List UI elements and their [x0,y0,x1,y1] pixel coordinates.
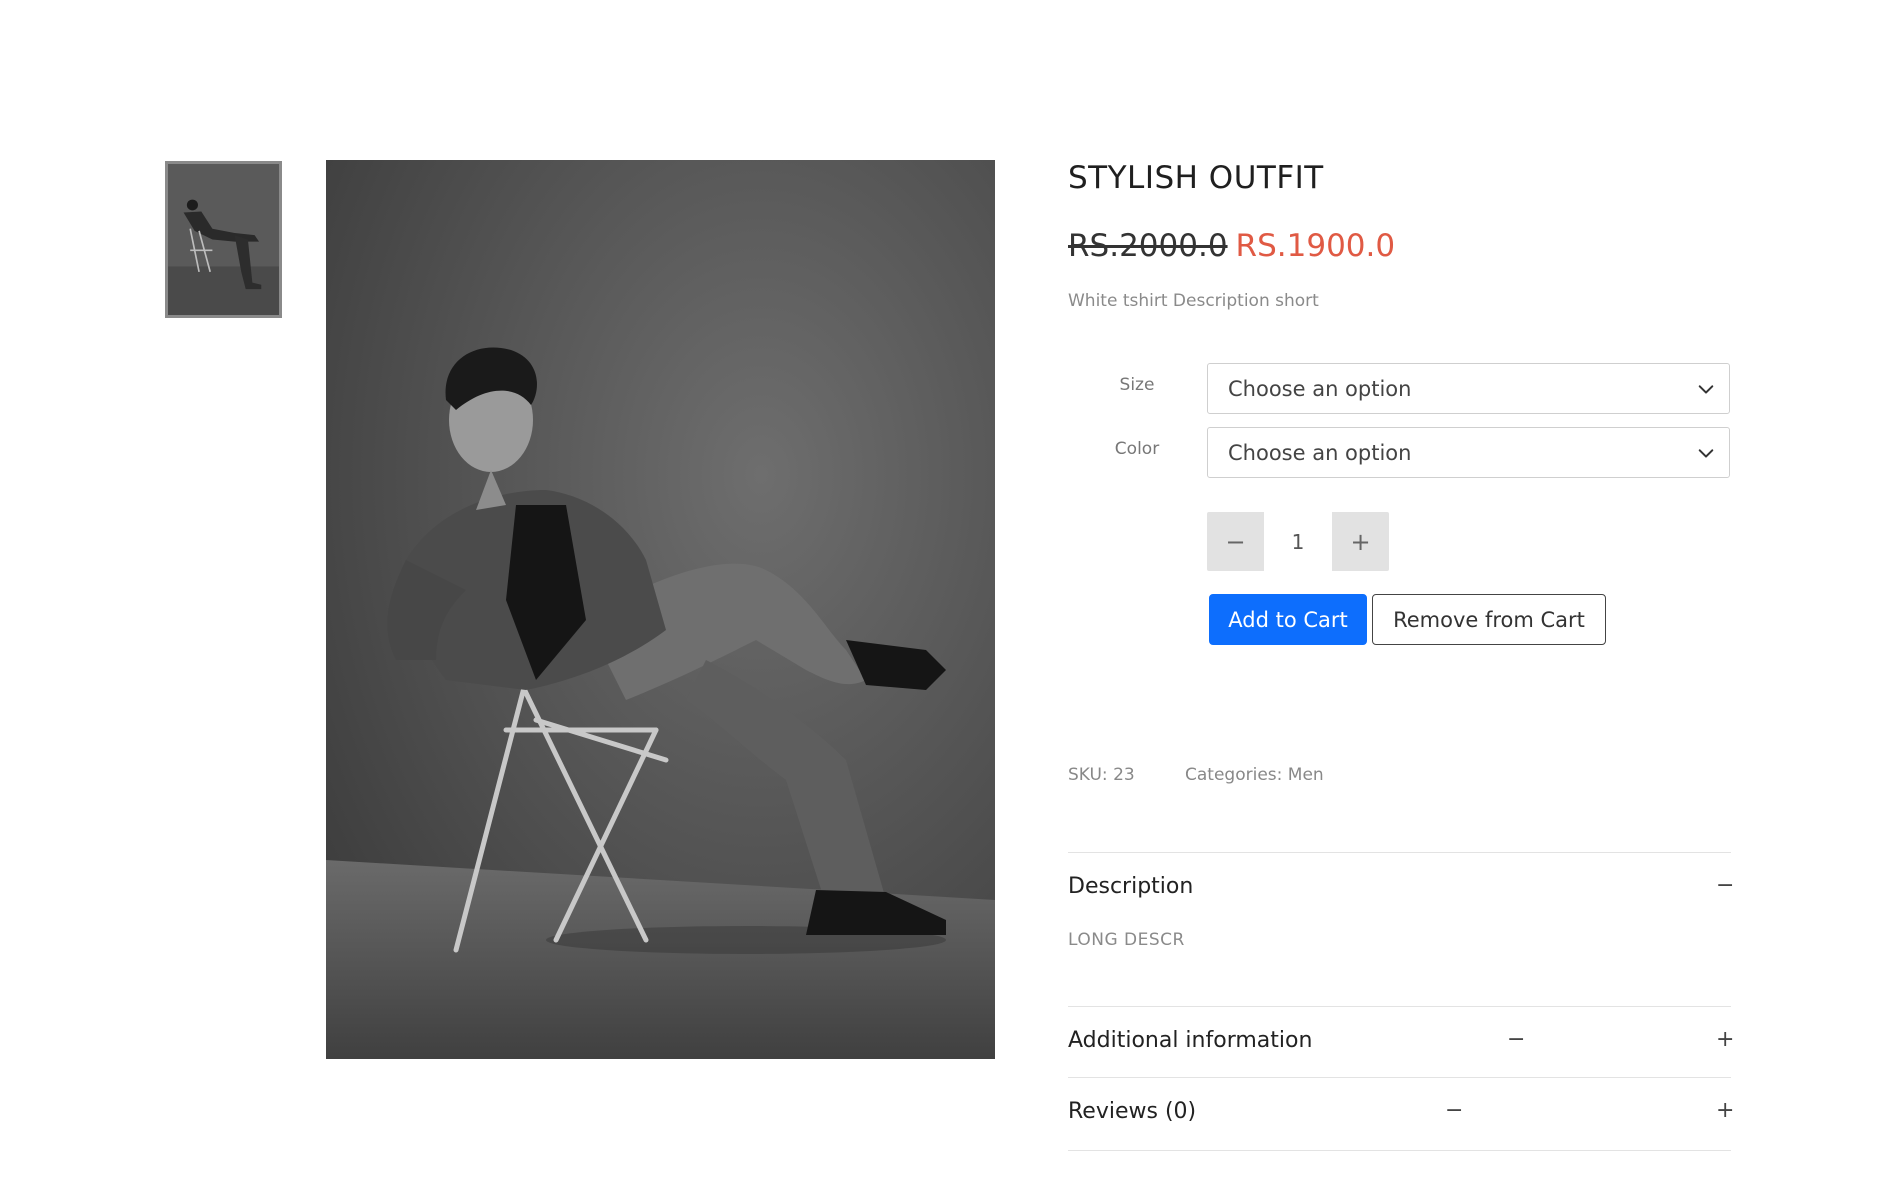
minus-icon[interactable]: − [1507,1029,1525,1051]
long-description: LONG DESCR [1068,930,1185,950]
sku: SKU: 23 [1068,765,1135,785]
quantity-decrement-button[interactable]: − [1207,512,1264,571]
size-select-value: Choose an option [1228,376,1412,401]
thumbnail-photo [168,164,279,315]
additional-information-tab[interactable]: Additional information [1068,1028,1312,1053]
sku-value: 23 [1113,765,1135,785]
main-photo [326,160,995,1059]
category-link-men[interactable]: Men [1288,765,1324,785]
categories-label: Categories: [1185,765,1283,785]
quantity-increment-button[interactable]: + [1332,512,1389,571]
product-main-image[interactable] [326,160,995,1059]
chevron-down-icon [1698,449,1714,458]
minus-icon[interactable]: − [1445,1100,1463,1122]
original-price: RS.2000.0 [1068,228,1228,264]
product-title: STYLISH OUTFIT [1068,160,1324,196]
product-thumbnail[interactable] [165,161,282,318]
product-price: RS.2000.0 RS.1900.0 [1068,228,1395,264]
remove-from-cart-button[interactable]: Remove from Cart [1372,594,1606,645]
sale-price: RS.1900.0 [1235,228,1396,264]
chevron-down-icon [1698,385,1714,394]
divider [1068,852,1731,853]
quantity-input[interactable]: 1 [1264,512,1332,571]
size-label: Size [1119,375,1155,395]
description-tab[interactable]: Description [1068,874,1193,899]
quantity-stepper: − 1 + [1207,512,1389,571]
collapse-icon[interactable]: − [1716,875,1734,897]
divider [1068,1150,1731,1151]
sku-label: SKU: [1068,765,1108,785]
color-select[interactable]: Choose an option [1207,427,1730,478]
size-select[interactable]: Choose an option [1207,363,1730,414]
plus-icon[interactable]: + [1716,1029,1734,1051]
add-to-cart-button[interactable]: Add to Cart [1209,594,1367,645]
divider [1068,1077,1731,1078]
short-description: White tshirt Description short [1068,291,1319,311]
color-select-value: Choose an option [1228,440,1412,465]
divider [1068,1006,1731,1007]
plus-icon[interactable]: + [1716,1100,1734,1122]
categories: Categories: Men [1185,765,1324,785]
reviews-tab[interactable]: Reviews (0) [1068,1099,1196,1124]
color-label: Color [1114,439,1160,459]
